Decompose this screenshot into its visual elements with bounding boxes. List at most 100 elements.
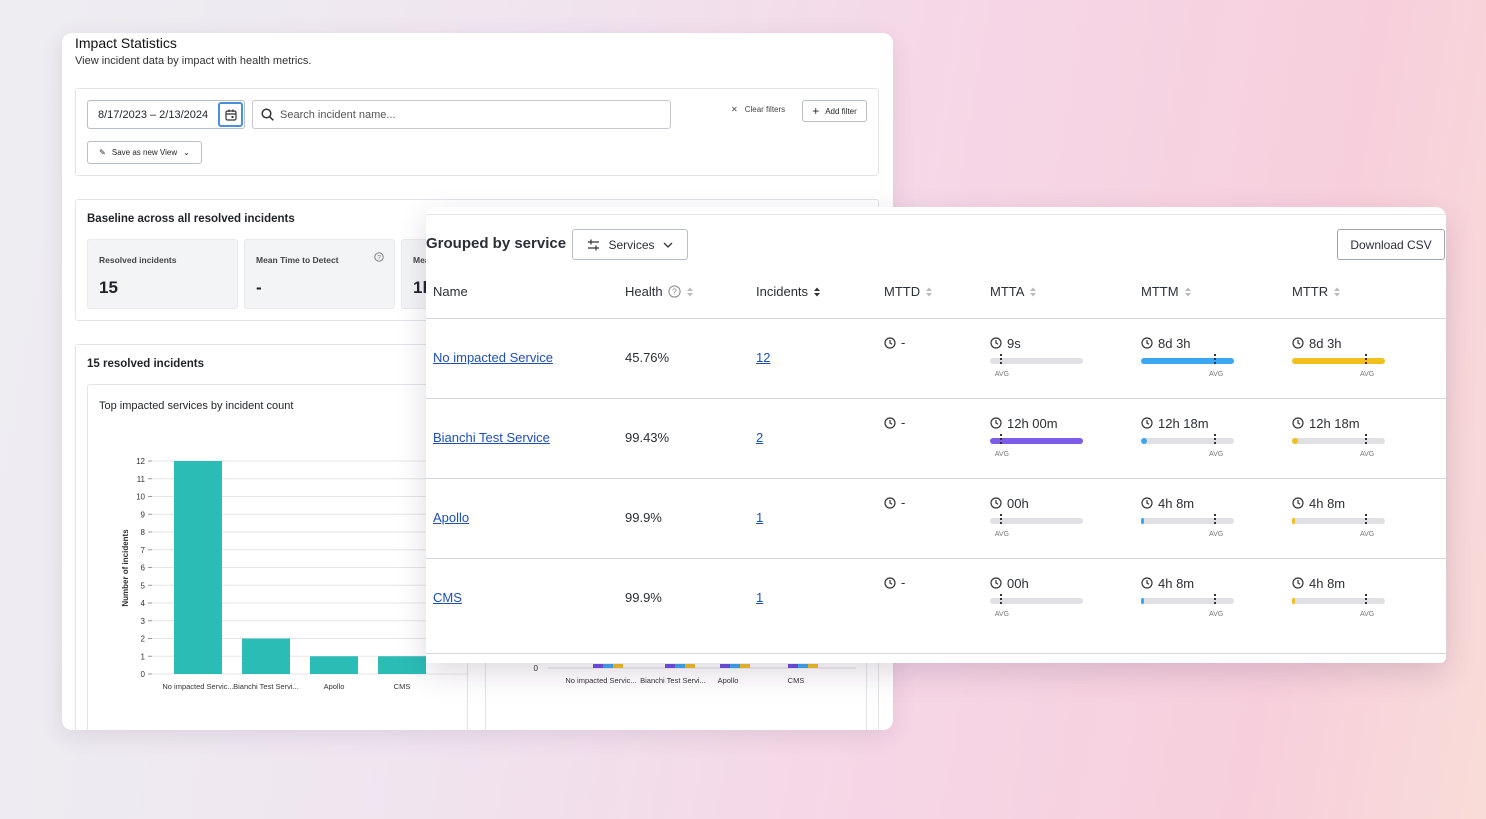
sort-icon[interactable] (1333, 286, 1341, 298)
sort-icon[interactable] (925, 286, 933, 298)
bar (798, 664, 808, 668)
column-header-mtta[interactable]: MTTA (990, 284, 1037, 299)
clock-icon (990, 337, 1002, 349)
download-csv-button[interactable]: Download CSV (1337, 229, 1445, 260)
sliders-icon (588, 239, 600, 250)
mtta-bar: AVG (990, 434, 1083, 458)
bar (730, 664, 740, 668)
health-value: 99.9% (625, 590, 662, 605)
avg-marker (1214, 434, 1217, 448)
y-tick-label: 9 (141, 510, 146, 519)
sort-icon[interactable] (1029, 286, 1037, 298)
mttr-value: 12h 18m (1309, 415, 1360, 431)
add-filter-button[interactable]: + Add filter (802, 100, 867, 122)
incidents-link[interactable]: 1 (756, 590, 763, 605)
help-icon[interactable]: ? (374, 252, 384, 262)
x-tick-label: Bianchi Test Servi... (640, 676, 706, 685)
avg-marker (1365, 354, 1368, 368)
sort-icon[interactable] (1184, 286, 1192, 298)
mtta-bar: AVG (990, 354, 1083, 378)
mttr-value: 8d 3h (1309, 335, 1342, 351)
mttr-bar: AVG (1292, 354, 1385, 378)
avg-label: AVG (994, 611, 1010, 618)
column-header-mttm[interactable]: MTTM (1141, 284, 1192, 299)
mttd-value: - (901, 335, 906, 350)
avg-label: AVG (1359, 611, 1375, 618)
mtta-cell: 00h AVG (990, 575, 1086, 618)
help-icon[interactable]: ? (667, 285, 681, 298)
mttm-bar: AVG (1141, 434, 1234, 458)
divider (426, 214, 1446, 215)
mttr-value: 4h 8m (1309, 575, 1346, 591)
sort-icon[interactable] (813, 286, 821, 298)
mttm-value: 12h 18m (1158, 415, 1209, 431)
avg-marker (1000, 514, 1003, 528)
y-tick-label: 10 (136, 493, 145, 502)
search-field[interactable] (252, 100, 671, 129)
bar (242, 638, 290, 674)
avg-marker (1214, 354, 1217, 368)
service-name-link[interactable]: Bianchi Test Service (433, 430, 550, 445)
avg-marker (1365, 594, 1368, 608)
plus-icon: + (812, 104, 820, 118)
calendar-icon[interactable] (218, 102, 243, 127)
x-tick-label: CMS (788, 676, 805, 685)
grouped-by-service-panel: Grouped by service Services Download CSV… (426, 207, 1446, 663)
bar (720, 664, 730, 668)
column-header-mttd[interactable]: MTTD (884, 284, 933, 299)
y-tick-label: 0 (534, 664, 539, 673)
grouped-title: Grouped by service (426, 235, 567, 252)
save-view-button[interactable]: ✎ Save as new View ⌄ (87, 141, 202, 164)
search-input[interactable] (280, 106, 660, 124)
column-header-name[interactable]: Name (433, 284, 468, 299)
incident-count-chart-card: Top impacted services by incident count … (87, 384, 469, 730)
bar (740, 664, 750, 668)
y-axis-label: Number of incidents (121, 529, 130, 607)
mttr-cell: 4h 8m AVG (1292, 575, 1388, 618)
column-label: Name (433, 284, 468, 299)
filter-box: 8/17/2023 – 2/13/2024 ✕ Clear filters + … (75, 88, 879, 176)
service-name-link[interactable]: Apollo (433, 510, 469, 525)
column-header-mttr[interactable]: MTTR (1292, 284, 1341, 299)
chevron-down-icon (663, 242, 672, 248)
x-tick-label: No impacted Servic... (162, 682, 233, 691)
clear-filters-button[interactable]: ✕ Clear filters (731, 105, 785, 114)
avg-marker (1214, 514, 1217, 528)
clock-icon (884, 336, 896, 349)
mttr-bar: AVG (1292, 514, 1385, 538)
bar (603, 664, 613, 668)
mttm-bar-fill (1141, 598, 1144, 604)
mttr-bar-fill (1292, 518, 1295, 524)
health-value: 99.43% (625, 430, 670, 445)
resolved-title: 15 resolved incidents (87, 358, 204, 370)
column-header-incidents[interactable]: Incidents (756, 284, 821, 299)
mtta-cell: 00h AVG (990, 495, 1086, 538)
y-tick-label: 8 (141, 528, 146, 537)
clock-icon (1292, 337, 1304, 349)
column-label: Incidents (756, 284, 809, 299)
mttd-cell: - (884, 495, 905, 510)
mttr-bar-fill (1292, 358, 1385, 364)
mttr-cell: 12h 18m AVG (1292, 415, 1388, 458)
service-name-link[interactable]: No impacted Service (433, 350, 553, 365)
x-tick-label: Apollo (718, 676, 739, 685)
mttr-bar: AVG (1292, 594, 1385, 618)
incidents-link[interactable]: 2 (756, 430, 763, 445)
incidents-link[interactable]: 12 (756, 350, 770, 365)
sort-icon[interactable] (686, 286, 694, 298)
avg-label: AVG (1208, 451, 1224, 458)
date-range-picker[interactable]: 8/17/2023 – 2/13/2024 (87, 100, 245, 129)
page-subtitle: View incident data by impact with health… (75, 55, 312, 67)
mttr-bar: AVG (1292, 434, 1385, 458)
mtta-value: 00h (1007, 495, 1029, 511)
services-dropdown[interactable]: Services (572, 229, 688, 260)
mttm-cell: 4h 8m AVG (1141, 495, 1237, 538)
mtta-bar: AVG (990, 514, 1083, 538)
incidents-link[interactable]: 1 (756, 510, 763, 525)
row-divider (426, 653, 1446, 654)
column-header-health[interactable]: Health? (625, 284, 694, 299)
y-tick-label: 4 (141, 599, 146, 608)
mttd-cell: - (884, 335, 905, 350)
bar (675, 664, 685, 668)
service-name-link[interactable]: CMS (433, 590, 462, 605)
